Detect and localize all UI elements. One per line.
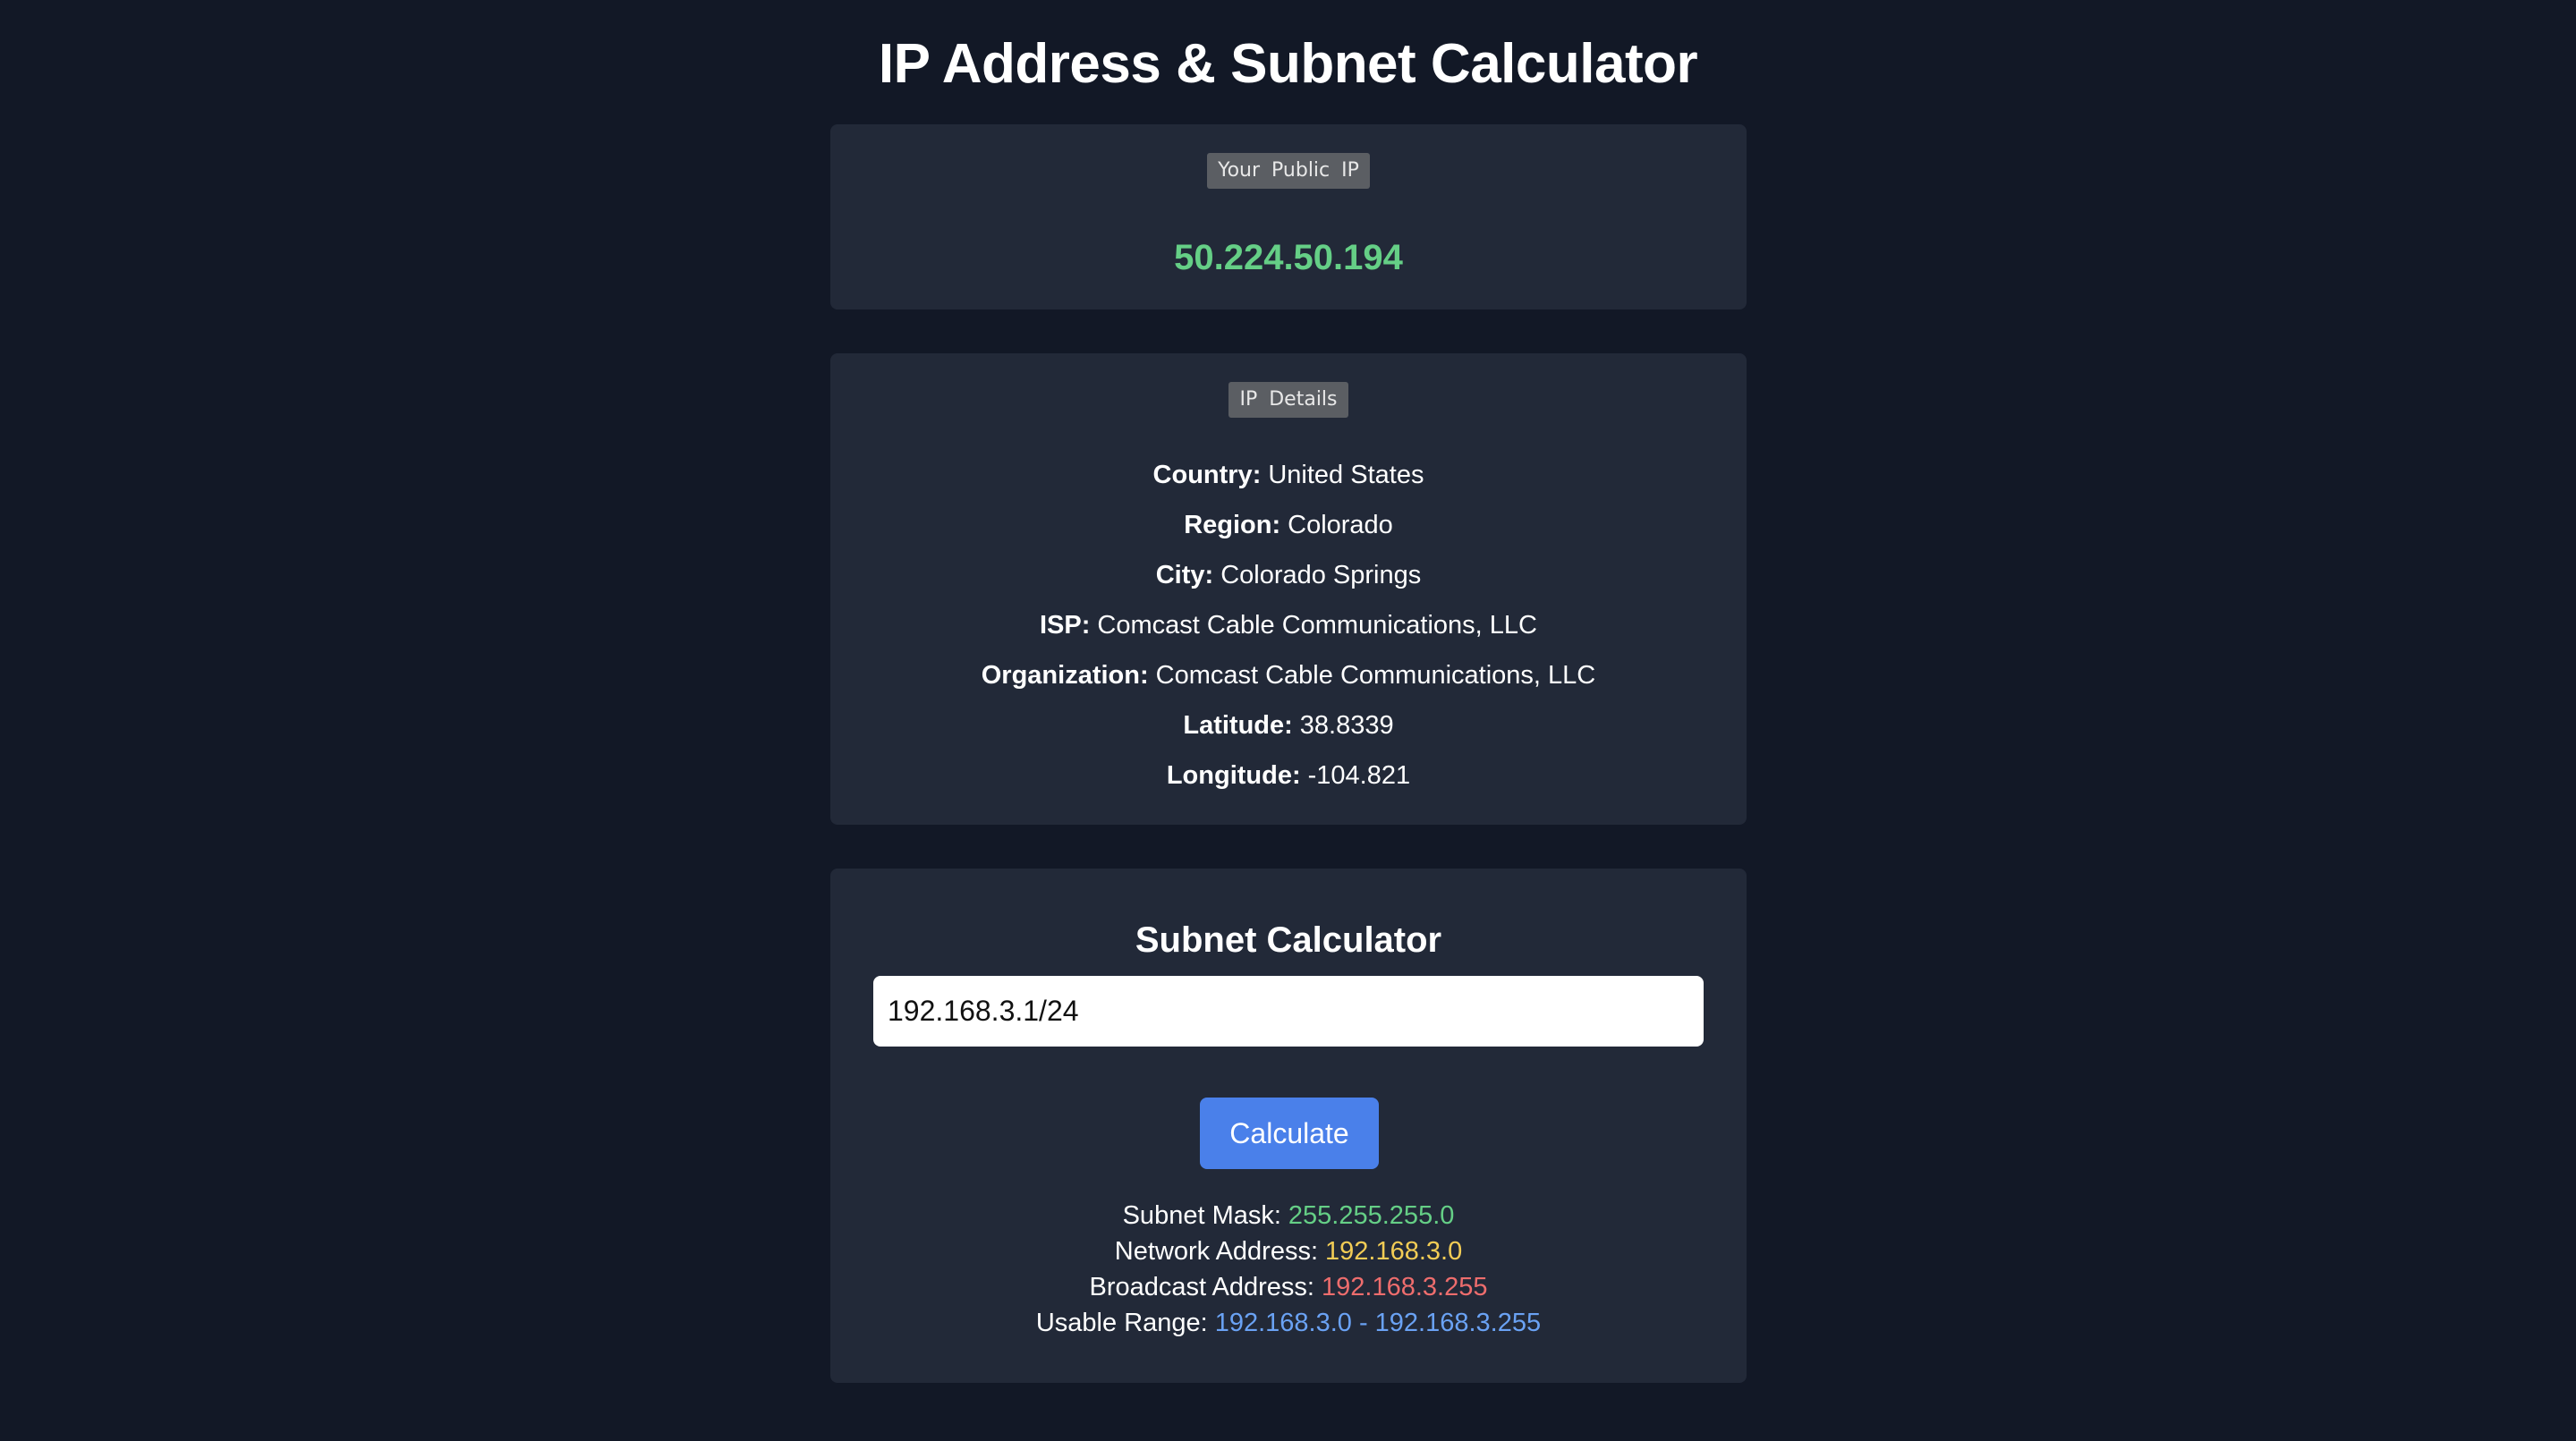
detail-row-longitude: Longitude: -104.821 <box>830 758 1747 808</box>
subnet-calculator-card: Subnet Calculator Calculate Subnet Mask:… <box>830 869 1747 1383</box>
result-value: 192.168.3.0 <box>1325 1237 1463 1266</box>
subnet-calculator-title: Subnet Calculator <box>1135 920 1442 960</box>
detail-label: Organization: <box>981 661 1149 690</box>
detail-row-organization: Organization: Comcast Cable Communication… <box>830 657 1747 708</box>
detail-label: Region: <box>1184 511 1281 539</box>
detail-label: Longitude: <box>1166 761 1301 790</box>
page-title: IP Address & Subnet Calculator <box>878 33 1698 95</box>
ip-details-list: Country: United States Region: Colorado Ci… <box>830 457 1747 808</box>
result-subnet-mask: Subnet Mask: 255.255.255.0 <box>830 1198 1747 1233</box>
detail-label: Country: <box>1152 461 1262 489</box>
detail-value: 38.8339 <box>1299 711 1394 740</box>
detail-row-country: Country: United States <box>830 457 1747 507</box>
detail-label: City: <box>1155 561 1214 589</box>
detail-value: Colorado <box>1288 511 1393 539</box>
detail-value: -104.821 <box>1307 761 1411 790</box>
result-label: Broadcast Address: <box>1089 1273 1314 1301</box>
detail-value: United States <box>1268 461 1424 489</box>
detail-row-city: City: Colorado Springs <box>830 557 1747 607</box>
detail-row-region: Region: Colorado <box>830 507 1747 557</box>
ip-details-badge-wrap: IP Details <box>830 382 1747 418</box>
detail-value: Comcast Cable Communications, LLC <box>1155 661 1596 690</box>
result-broadcast-address: Broadcast Address: 192.168.3.255 <box>830 1269 1747 1305</box>
public-ip-badge-wrap: Your Public IP <box>830 153 1747 189</box>
result-label: Subnet Mask: <box>1122 1201 1281 1230</box>
subnet-input[interactable] <box>873 976 1704 1047</box>
detail-row-isp: ISP: Comcast Cable Communications, LLC <box>830 607 1747 657</box>
result-usable-range: Usable Range: 192.168.3.0 - 192.168.3.255 <box>830 1305 1747 1341</box>
page: IP Address & Subnet Calculator Your Publ… <box>0 0 2576 1441</box>
subnet-results: Subnet Mask: 255.255.255.0 Network Addres… <box>830 1198 1747 1341</box>
public-ip-card: Your Public IP 50.224.50.194 <box>830 124 1747 309</box>
detail-value: Colorado Springs <box>1220 561 1422 589</box>
detail-row-latitude: Latitude: 38.8339 <box>830 708 1747 758</box>
result-value: 255.255.255.0 <box>1288 1201 1455 1230</box>
detail-value: Comcast Cable Communications, LLC <box>1097 611 1537 640</box>
public-ip-value: 50.224.50.194 <box>1174 238 1403 277</box>
detail-label: Latitude: <box>1183 711 1293 740</box>
detail-label: ISP: <box>1040 611 1091 640</box>
result-label: Usable Range: <box>1035 1309 1208 1337</box>
result-value: 192.168.3.0 - 192.168.3.255 <box>1214 1309 1542 1337</box>
calculate-button[interactable]: Calculate <box>1200 1098 1379 1169</box>
ip-details-card: IP Details Country: United States Region:… <box>830 353 1747 825</box>
public-ip-badge: Your Public IP <box>1207 153 1370 189</box>
result-network-address: Network Address: 192.168.3.0 <box>830 1233 1747 1269</box>
result-value: 192.168.3.255 <box>1322 1273 1488 1301</box>
ip-details-badge: IP Details <box>1228 382 1348 418</box>
result-label: Network Address: <box>1114 1237 1319 1266</box>
